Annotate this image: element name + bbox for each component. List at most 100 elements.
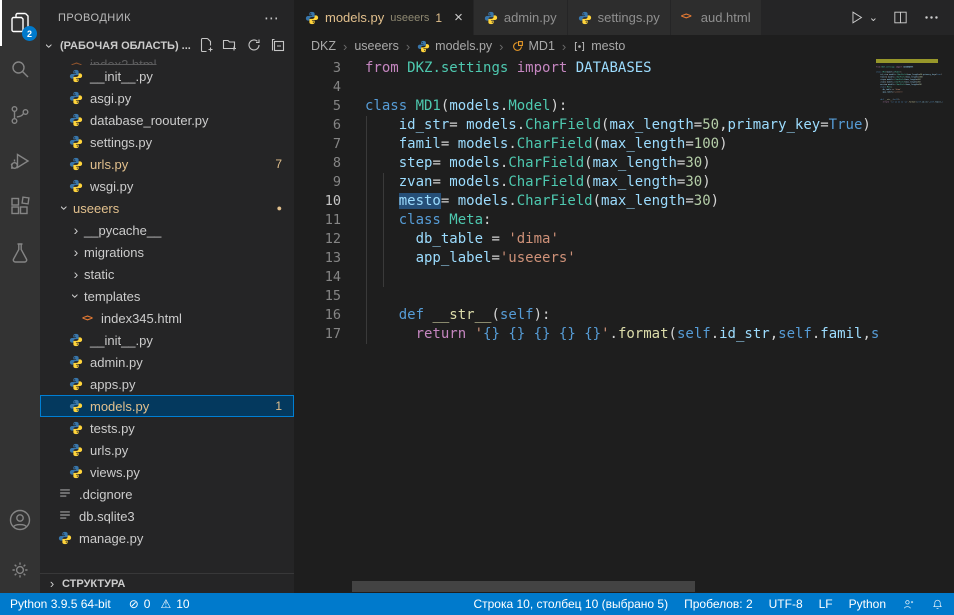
- cursor-position[interactable]: Строка 10, столбец 10 (выбрано 5): [473, 597, 668, 611]
- code-line-5[interactable]: 5class MD1(models.Model):: [295, 97, 954, 116]
- settings-gear-icon[interactable]: [0, 547, 40, 593]
- tree-folder-migrations[interactable]: ›migrations: [40, 241, 294, 263]
- tree-item-db-sqlite3[interactable]: db.sqlite3: [40, 505, 294, 527]
- eol[interactable]: LF: [819, 597, 833, 611]
- code-editor[interactable]: 3from DKZ.settings import DATABASES45cla…: [295, 57, 954, 593]
- chevron-right-icon: ›: [68, 267, 84, 281]
- python-interpreter[interactable]: Python 3.9.5 64-bit: [10, 597, 111, 611]
- tree-item-manage-py[interactable]: manage.py: [40, 527, 294, 549]
- code-line-16[interactable]: 16 def __str__(self):: [295, 306, 954, 325]
- breadcrumb-item-useeers[interactable]: useeers: [354, 39, 398, 53]
- tree-item-database-roouter-py[interactable]: database_roouter.py: [40, 109, 294, 131]
- tree-item-views-py[interactable]: views.py: [40, 461, 294, 483]
- account-icon[interactable]: [0, 497, 40, 543]
- line-number[interactable]: 12: [295, 230, 341, 249]
- new-file-icon[interactable]: [198, 37, 214, 56]
- tree-folder-templates[interactable]: ›templates: [40, 285, 294, 307]
- testing-icon[interactable]: [0, 230, 40, 276]
- tree-item-index2-html[interactable]: <>index2.html: [40, 57, 294, 65]
- code-line-15[interactable]: 15: [295, 287, 954, 306]
- indentation[interactable]: Пробелов: 2: [684, 597, 753, 611]
- workspace-section-header[interactable]: › (РАБОЧАЯ ОБЛАСТЬ) ...: [40, 35, 294, 57]
- language-mode[interactable]: Python: [849, 597, 886, 611]
- code-line-14[interactable]: 14: [295, 268, 954, 287]
- file-label: urls.py: [90, 443, 128, 458]
- line-number[interactable]: 9: [295, 173, 341, 192]
- code-line-4[interactable]: 4: [295, 78, 954, 97]
- extensions-icon[interactable]: [0, 184, 40, 230]
- line-number[interactable]: 17: [295, 325, 341, 344]
- code-line-3[interactable]: 3from DKZ.settings import DATABASES: [295, 59, 954, 78]
- explorer-more-actions-icon[interactable]: ⋯: [264, 9, 280, 27]
- run-dropdown-chevron-icon[interactable]: ⌄: [869, 11, 878, 24]
- tab-settings-py[interactable]: settings.py: [568, 0, 671, 35]
- tree-item-admin-py[interactable]: admin.py: [40, 351, 294, 373]
- tree-item-apps-py[interactable]: apps.py: [40, 373, 294, 395]
- run-debug-icon[interactable]: [0, 138, 40, 184]
- notifications-bell-icon[interactable]: [931, 598, 944, 611]
- run-icon[interactable]: [848, 9, 865, 26]
- code-line-13[interactable]: 13 app_label='useeers': [295, 249, 954, 268]
- line-number[interactable]: 4: [295, 78, 341, 97]
- line-number[interactable]: 6: [295, 116, 341, 135]
- code-line-12[interactable]: 12 db_table = 'dima': [295, 230, 954, 249]
- line-number[interactable]: 11: [295, 211, 341, 230]
- tree-item-urls-py[interactable]: urls.py: [40, 439, 294, 461]
- tree-item--init-py[interactable]: __init__.py: [40, 65, 294, 87]
- tree-folder-static[interactable]: ›static: [40, 263, 294, 285]
- problems-status[interactable]: ⊘0⚠10: [129, 597, 190, 611]
- tree-item--dcignore[interactable]: .dcignore: [40, 483, 294, 505]
- breadcrumb-item-mesto[interactable]: mesto: [573, 39, 625, 53]
- outline-section-header[interactable]: › СТРУКТУРА: [40, 573, 294, 593]
- line-number[interactable]: 16: [295, 306, 341, 325]
- tree-item-settings-py[interactable]: settings.py: [40, 131, 294, 153]
- line-number[interactable]: 3: [295, 59, 341, 78]
- new-folder-icon[interactable]: [222, 37, 238, 56]
- breadcrumb-item-dkz[interactable]: DKZ: [311, 39, 336, 53]
- encoding[interactable]: UTF-8: [769, 597, 803, 611]
- split-editor-icon[interactable]: [892, 9, 909, 26]
- tab-aud-html[interactable]: <>aud.html: [671, 0, 762, 35]
- python-file-icon: [305, 11, 319, 25]
- tree-item-index345-html[interactable]: <>index345.html: [40, 307, 294, 329]
- line-number[interactable]: 5: [295, 97, 341, 116]
- feedback-icon[interactable]: [902, 598, 915, 611]
- tree-item--init-py[interactable]: __init__.py: [40, 329, 294, 351]
- tab-models-py[interactable]: models.pyuseeers1×: [295, 0, 474, 35]
- tree-item-asgi-py[interactable]: asgi.py: [40, 87, 294, 109]
- code-line-17[interactable]: 17 return '{} {} {} {} {}'.format(self.i…: [295, 325, 954, 344]
- tree-folder-useeers[interactable]: ›useeers●: [40, 197, 294, 219]
- explorer-icon[interactable]: 2: [0, 0, 40, 46]
- tab-admin-py[interactable]: admin.py: [474, 0, 568, 35]
- chevron-down-icon: ›: [58, 200, 72, 216]
- line-number[interactable]: 8: [295, 154, 341, 173]
- code-line-10[interactable]: 10 mesto= models.CharField(max_length=30…: [295, 192, 954, 211]
- line-number[interactable]: 15: [295, 287, 341, 306]
- source-control-icon[interactable]: [0, 92, 40, 138]
- tree-folder--pycache-[interactable]: ›__pycache__: [40, 219, 294, 241]
- code-line-7[interactable]: 7 famil= models.CharField(max_length=100…: [295, 135, 954, 154]
- collapse-all-icon[interactable]: [270, 37, 286, 56]
- line-number[interactable]: 10: [295, 192, 341, 211]
- file-label: admin.py: [90, 355, 143, 370]
- search-icon[interactable]: [0, 46, 40, 92]
- code-line-6[interactable]: 6 id_str= models.CharField(max_length=50…: [295, 116, 954, 135]
- breadcrumb-item-md1[interactable]: MD1: [511, 39, 555, 53]
- more-actions-icon[interactable]: [923, 9, 940, 26]
- line-number[interactable]: 13: [295, 249, 341, 268]
- refresh-icon[interactable]: [246, 37, 262, 56]
- minimap[interactable]: from DKZ.settings import DATABASES class…: [876, 59, 944, 199]
- tree-item-urls-py[interactable]: urls.py7: [40, 153, 294, 175]
- tree-item-tests-py[interactable]: tests.py: [40, 417, 294, 439]
- file-label: apps.py: [90, 377, 136, 392]
- code-line-8[interactable]: 8 step= models.CharField(max_length=30): [295, 154, 954, 173]
- horizontal-scrollbar[interactable]: [352, 581, 695, 592]
- breadcrumb-item-models-py[interactable]: models.py: [417, 39, 492, 53]
- tree-item-models-py[interactable]: models.py1: [40, 395, 294, 417]
- line-number[interactable]: 14: [295, 268, 341, 287]
- code-line-11[interactable]: 11 class Meta:: [295, 211, 954, 230]
- close-icon[interactable]: ×: [454, 10, 463, 25]
- line-number[interactable]: 7: [295, 135, 341, 154]
- code-line-9[interactable]: 9 zvan= models.CharField(max_length=30): [295, 173, 954, 192]
- tree-item-wsgi-py[interactable]: wsgi.py: [40, 175, 294, 197]
